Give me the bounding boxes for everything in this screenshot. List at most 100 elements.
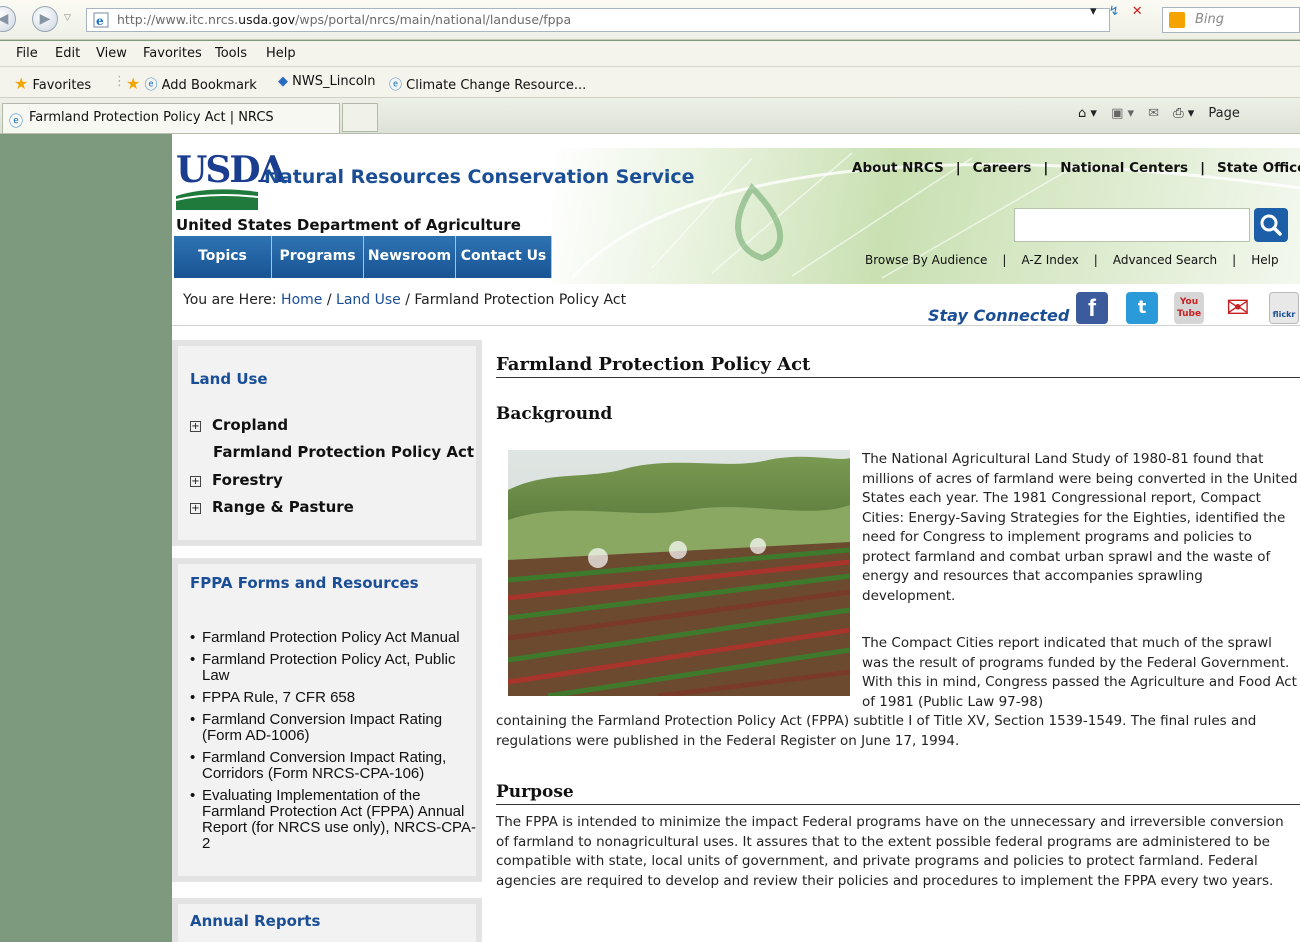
tab-title: Farmland Protection Policy Act | NRCS xyxy=(29,110,274,125)
breadcrumb-land-use[interactable]: Land Use xyxy=(336,292,401,308)
resource-list: Farmland Protection Policy Act Manual Fa… xyxy=(190,630,480,858)
sidebar-item-range-pasture[interactable]: + Range & Pasture xyxy=(190,498,354,516)
menu-help[interactable]: Help xyxy=(266,46,296,61)
stop-icon[interactable]: ✕ xyxy=(1132,4,1143,19)
add-bookmark-link[interactable]: ★ ⓔ Add Bookmark xyxy=(126,74,257,93)
ie-icon: ⓔ xyxy=(144,78,158,93)
bookmark-nws-lincoln[interactable]: ◆ NWS_Lincoln xyxy=(278,74,376,89)
link-state-offices[interactable]: State Offices xyxy=(1217,160,1300,176)
link-help[interactable]: Help xyxy=(1251,253,1278,267)
ie-page-icon: e xyxy=(93,12,109,28)
resource-link-cpa-106[interactable]: Farmland Conversion Impact Rating, Corri… xyxy=(190,750,480,782)
twitter-icon[interactable]: t xyxy=(1126,292,1158,324)
page-title: Farmland Protection Policy Act xyxy=(496,354,1300,378)
nav-newsroom[interactable]: Newsroom xyxy=(364,236,456,278)
search-icon xyxy=(1260,214,1282,236)
back-button[interactable]: ◀ xyxy=(0,6,16,32)
agency-title[interactable]: Natural Resources Conservation Service xyxy=(264,166,695,188)
nav-topics[interactable]: Topics xyxy=(174,236,272,278)
resource-link-ad-1006[interactable]: Farmland Conversion Impact Rating (Form … xyxy=(190,712,480,744)
utility-links: About NRCS | Careers | National Centers | Stat… xyxy=(852,160,1300,176)
breadcrumb: You are Here: Home / Land Use / Farmland… xyxy=(172,284,1300,326)
command-bar: ⌂ ▾ ▣ ▾ ✉ ⎙ ▾ Page xyxy=(1078,106,1250,121)
dropdown-icon[interactable]: ▾ xyxy=(1090,4,1097,19)
farmland-photo xyxy=(508,450,850,696)
sidebar-land-use-title[interactable]: Land Use xyxy=(190,370,268,388)
site-header: USDA Natural Resources Conservation Serv… xyxy=(172,148,1300,284)
search-field[interactable]: Bing xyxy=(1162,7,1300,33)
link-az-index[interactable]: A-Z Index xyxy=(1021,253,1078,267)
favorites-button[interactable]: ★ Favorites xyxy=(14,74,91,93)
expand-icon[interactable]: + xyxy=(190,476,201,487)
link-national-centers[interactable]: National Centers xyxy=(1060,160,1188,176)
flickr-icon[interactable]: flickr xyxy=(1269,292,1299,324)
print-icon[interactable]: ⎙ ▾ xyxy=(1173,106,1194,121)
feeds-icon[interactable]: ▣ ▾ xyxy=(1111,106,1134,121)
address-tools: ▾ ↯ ✕ xyxy=(1090,4,1151,19)
bing-icon xyxy=(1169,12,1185,28)
favorites-bar: ★ Favorites ⋮ ★ ⓔ Add Bookmark ◆ NWS_Lin… xyxy=(0,67,1300,98)
history-dropdown-icon[interactable]: ▽ xyxy=(64,13,71,23)
tab-bar: ⓔ Farmland Protection Policy Act | NRCS … xyxy=(0,98,1300,134)
add-favorite-icon: ★ xyxy=(126,74,141,93)
usda-swoosh-icon xyxy=(176,189,258,210)
secondary-links: Browse By Audience | A-Z Index | Advanced Se… xyxy=(865,253,1279,267)
link-browse-by-audience[interactable]: Browse By Audience xyxy=(865,253,987,267)
bookmark-climate-change[interactable]: ⓔ Climate Change Resource... xyxy=(389,74,586,93)
svg-text:e: e xyxy=(96,14,104,28)
youtube-icon[interactable]: You Tube xyxy=(1174,292,1204,324)
home-icon[interactable]: ⌂ ▾ xyxy=(1078,106,1097,121)
url-text[interactable]: http://www.itc.nrcs.usda.gov/wps/portal/… xyxy=(117,12,571,27)
new-tab-button[interactable] xyxy=(342,103,378,132)
url-field[interactable]: e http://www.itc.nrcs.usda.gov/wps/porta… xyxy=(86,8,1110,32)
sidebar-item-cropland[interactable]: + Cropland xyxy=(190,416,288,434)
menu-tools[interactable]: Tools xyxy=(215,46,247,61)
sidebar-item-fppa[interactable]: Farmland Protection Policy Act xyxy=(213,443,474,461)
menu-bar: File Edit View Favorites Tools Help xyxy=(0,41,1300,67)
refresh-icon[interactable]: ↯ xyxy=(1109,4,1120,19)
expand-icon[interactable]: + xyxy=(190,503,201,514)
web-page: USDA Natural Resources Conservation Serv… xyxy=(172,134,1300,942)
background-paragraph-1: The National Agricultural Land Study of … xyxy=(862,451,1298,604)
breadcrumb-home[interactable]: Home xyxy=(281,292,322,308)
forward-button[interactable]: ▶ xyxy=(32,6,58,32)
nav-programs[interactable]: Programs xyxy=(272,236,364,278)
search-placeholder: Bing xyxy=(1195,12,1225,27)
star-icon: ★ xyxy=(14,74,29,93)
resource-link-rule[interactable]: FPPA Rule, 7 CFR 658 xyxy=(190,690,480,707)
separator: ⋮ xyxy=(113,74,126,89)
link-about-nrcs[interactable]: About NRCS xyxy=(852,160,944,176)
resource-link-cpa-2[interactable]: Evaluating Implementation of the Farmlan… xyxy=(190,788,480,852)
link-advanced-search[interactable]: Advanced Search xyxy=(1113,253,1217,267)
background-paragraph-2: The Compact Cities report indicated that… xyxy=(862,635,1297,710)
breadcrumb-current: Farmland Protection Policy Act xyxy=(414,292,627,308)
menu-edit[interactable]: Edit xyxy=(55,46,80,61)
menu-view[interactable]: View xyxy=(96,46,127,61)
background-heading: Background xyxy=(496,404,613,424)
menu-favorites[interactable]: Favorites xyxy=(143,46,202,61)
sidebar-item-forestry[interactable]: + Forestry xyxy=(190,471,283,489)
resource-link-manual[interactable]: Farmland Protection Policy Act Manual xyxy=(190,630,480,647)
nav-contact-us[interactable]: Contact Us xyxy=(456,236,552,278)
menu-file[interactable]: File xyxy=(16,46,38,61)
usda-logo[interactable]: USDA xyxy=(176,152,287,212)
mail-icon[interactable]: ✉ xyxy=(1148,106,1159,121)
background-paragraph-2-continued: containing the Farmland Protection Polic… xyxy=(496,713,1257,749)
site-search-input[interactable] xyxy=(1014,208,1250,242)
department-title: United States Department of Agriculture xyxy=(176,216,521,234)
tab-active[interactable]: ⓔ Farmland Protection Policy Act | NRCS xyxy=(2,103,340,133)
main-nav: Topics Programs Newsroom Contact Us xyxy=(174,236,552,278)
purpose-heading: Purpose xyxy=(496,782,1300,805)
page-menu[interactable]: Page xyxy=(1208,106,1239,121)
sidebar-land-use: Land Use + Cropland Farmland Protection P… xyxy=(172,340,482,546)
ie-icon: ⓔ xyxy=(389,78,403,93)
link-careers[interactable]: Careers xyxy=(973,160,1032,176)
search-button[interactable] xyxy=(1254,208,1288,242)
sidebar-reports-title[interactable]: Annual Reports xyxy=(190,912,320,930)
resource-link-public-law[interactable]: Farmland Protection Policy Act, Public L… xyxy=(190,652,480,684)
sidebar-forms-title: FPPA Forms and Resources xyxy=(190,574,419,592)
purpose-paragraph: The FPPA is intended to minimize the imp… xyxy=(496,814,1284,889)
email-icon[interactable]: ✉ xyxy=(1221,292,1255,324)
facebook-icon[interactable]: f xyxy=(1076,292,1108,324)
expand-icon[interactable]: + xyxy=(190,421,201,432)
